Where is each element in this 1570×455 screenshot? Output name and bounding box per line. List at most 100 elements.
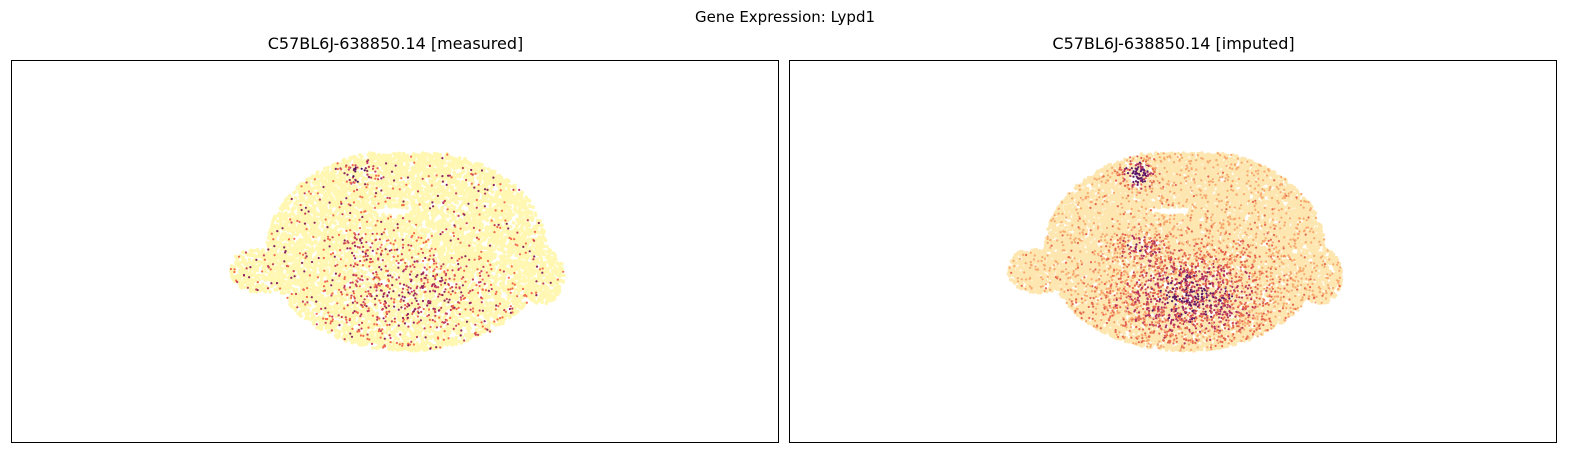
data-point — [494, 194, 498, 198]
data-point — [342, 332, 347, 337]
data-point — [483, 237, 487, 242]
data-point — [484, 199, 488, 203]
data-point — [399, 229, 404, 234]
data-point — [405, 206, 409, 210]
data-point — [299, 304, 303, 309]
data-point — [358, 254, 363, 259]
data-point — [538, 240, 543, 244]
data-point — [428, 336, 433, 340]
data-point — [287, 213, 292, 217]
data-point — [387, 327, 392, 332]
data-point — [518, 288, 523, 292]
data-point — [368, 268, 372, 272]
data-point — [351, 277, 356, 282]
data-point — [562, 273, 566, 278]
data-point — [326, 165, 331, 170]
data-point — [293, 196, 298, 200]
data-point — [464, 271, 469, 275]
data-point — [441, 187, 445, 191]
data-point — [472, 198, 476, 202]
data-point — [429, 231, 434, 236]
data-point — [407, 195, 411, 199]
data-point — [257, 263, 262, 267]
data-point — [472, 316, 477, 321]
data-point — [316, 252, 321, 256]
data-point — [432, 325, 437, 329]
data-point — [284, 211, 288, 215]
data-point — [496, 310, 500, 315]
data-point — [406, 336, 411, 341]
data-point — [513, 183, 517, 188]
data-point — [409, 297, 414, 302]
data-point — [445, 214, 449, 218]
data-point — [292, 191, 296, 195]
data-point — [423, 311, 427, 316]
data-point — [449, 197, 454, 202]
data-point — [455, 200, 460, 205]
data-point — [495, 270, 500, 275]
figure-suptitle: Gene Expression: Lypd1 — [0, 8, 1570, 26]
data-point — [398, 237, 403, 242]
data-point — [501, 297, 506, 302]
data-point — [339, 251, 344, 255]
data-point — [387, 347, 391, 351]
data-point — [335, 178, 340, 182]
data-point — [347, 232, 352, 236]
data-point — [343, 323, 348, 327]
data-point — [533, 213, 538, 218]
data-point — [287, 290, 291, 294]
data-point — [297, 279, 302, 283]
scatter-plot-measured — [229, 151, 566, 353]
data-point — [439, 251, 444, 256]
data-point — [291, 232, 296, 236]
data-point — [427, 330, 432, 334]
data-point — [297, 223, 301, 228]
data-point — [297, 300, 301, 305]
data-point — [294, 215, 299, 220]
data-point — [486, 305, 491, 310]
data-point — [514, 224, 519, 229]
data-point — [490, 190, 495, 194]
data-point — [306, 266, 310, 270]
data-point — [388, 263, 393, 268]
data-point — [513, 202, 517, 207]
data-point — [520, 294, 524, 298]
data-point — [539, 243, 543, 247]
data-point — [502, 277, 507, 281]
data-point — [452, 171, 457, 176]
data-point — [424, 347, 428, 352]
data-point — [252, 270, 257, 274]
data-point — [438, 261, 442, 266]
data-point — [306, 245, 310, 250]
data-point — [424, 329, 428, 334]
data-point — [292, 296, 297, 300]
data-point — [347, 175, 351, 180]
data-point — [291, 212, 296, 217]
data-point — [392, 221, 396, 226]
data-point — [268, 290, 272, 294]
panel-title-measured: C57BL6J-638850.14 [measured] — [11, 34, 780, 53]
data-point — [546, 294, 551, 298]
data-point — [422, 165, 427, 170]
data-point — [265, 240, 270, 245]
data-point — [448, 219, 453, 223]
axes-measured — [11, 60, 779, 443]
data-point — [335, 249, 340, 253]
data-point — [340, 320, 344, 324]
data-point — [301, 224, 305, 228]
data-point — [403, 191, 408, 195]
data-point — [437, 247, 442, 251]
data-point — [331, 258, 336, 262]
data-point — [349, 268, 354, 273]
data-point — [322, 166, 327, 171]
data-point — [399, 303, 404, 307]
data-point — [354, 198, 358, 202]
panel-title-imputed: C57BL6J-638850.14 [imputed] — [789, 34, 1558, 53]
data-point — [522, 275, 526, 279]
data-point — [229, 264, 234, 268]
data-point — [490, 238, 494, 243]
data-point — [335, 224, 339, 229]
data-point — [273, 272, 277, 276]
data-point — [293, 259, 298, 263]
data-point — [384, 181, 389, 185]
